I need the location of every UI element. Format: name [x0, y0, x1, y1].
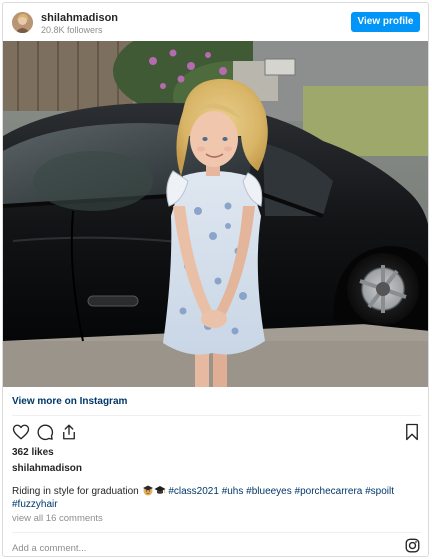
post-username[interactable]: shilahmadison — [41, 12, 118, 24]
post-header: shilahmadison 20.8K followers View profi… — [3, 3, 428, 41]
follower-count: 20.8K followers — [41, 25, 103, 35]
hashtag-link[interactable]: #fuzzyhair — [12, 499, 58, 510]
share-icon[interactable] — [60, 423, 78, 441]
bookmark-icon[interactable] — [403, 423, 421, 441]
graduation-cap-emoji — [154, 486, 166, 494]
view-all-comments-link[interactable]: view all 16 comments — [12, 513, 103, 524]
heart-icon[interactable] — [12, 423, 30, 441]
avatar[interactable] — [12, 12, 33, 33]
comment-row — [3, 535, 428, 556]
view-more-on-instagram-link[interactable]: View more on Instagram — [12, 396, 127, 407]
action-bar — [3, 423, 428, 443]
instagram-embed-card: shilahmadison 20.8K followers View profi… — [2, 2, 429, 557]
hashtag-link[interactable]: #spoilt — [365, 486, 394, 497]
caption-username[interactable]: shilahmadison — [12, 463, 82, 474]
hashtag-link[interactable]: #uhs — [222, 486, 244, 497]
post-photo[interactable] — [3, 41, 428, 387]
add-comment-input[interactable] — [12, 541, 382, 555]
comment-bubble-icon[interactable] — [36, 423, 54, 441]
instagram-icon[interactable] — [405, 538, 420, 553]
hashtag-link[interactable]: #class2021 — [168, 486, 219, 497]
divider — [12, 532, 421, 533]
graduate-emoji — [142, 485, 153, 496]
view-profile-button[interactable]: View profile — [351, 12, 420, 32]
hashtag-link[interactable]: #porchecarrera — [295, 486, 363, 497]
divider — [12, 415, 421, 416]
caption-text: Riding in style for graduation — [12, 486, 142, 497]
like-count[interactable]: 362 likes — [12, 447, 54, 458]
post-caption: Riding in style for graduation #class202… — [12, 484, 424, 511]
hashtag-link[interactable]: #blueeyes — [246, 486, 292, 497]
